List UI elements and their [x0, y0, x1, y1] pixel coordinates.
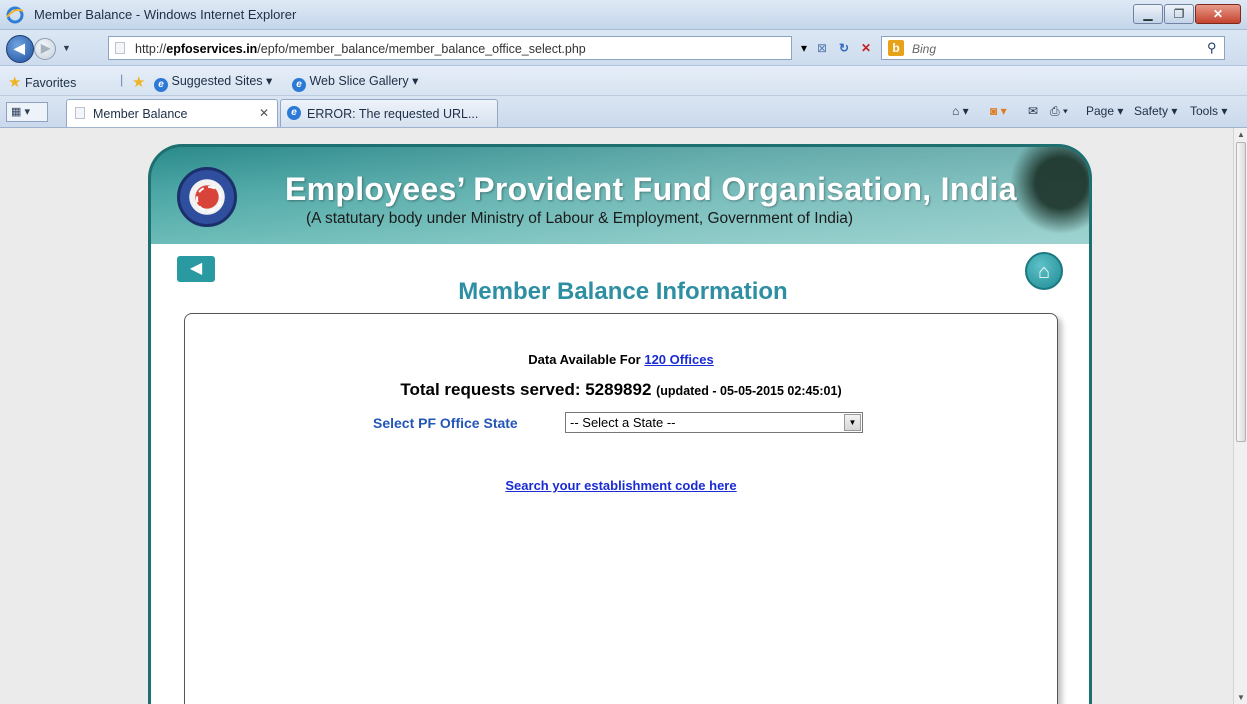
page-icon: [115, 42, 125, 54]
bing-logo-icon: b: [888, 40, 904, 56]
offices-link[interactable]: 120 Offices: [644, 352, 713, 367]
tab-error[interactable]: e ERROR: The requested URL...: [280, 99, 498, 127]
site-banner: Employees’ Provident Fund Organisation, …: [148, 144, 1092, 244]
tab-label: Member Balance: [93, 107, 188, 121]
member-balance-panel: Data Available For 120 Offices Total req…: [184, 313, 1058, 704]
organisation-name: Employees’ Provident Fund Organisation, …: [285, 171, 1017, 207]
search-box[interactable]: b Bing: [881, 36, 1225, 60]
print-icon[interactable]: ⎙ ▾: [1050, 104, 1068, 119]
vertical-scrollbar[interactable]: ▲ ▼: [1233, 128, 1247, 704]
close-tab-icon[interactable]: ✕: [259, 106, 269, 120]
organisation-subtitle: (A statutary body under Ministry of Labo…: [306, 210, 854, 227]
back-arrow-icon: ◀: [14, 40, 25, 56]
window-title: Member Balance - Windows Internet Explor…: [34, 7, 297, 22]
compatibility-view-icon[interactable]: ⊠: [812, 39, 832, 57]
updated-timestamp: (updated - 05-05-2015 02:45:01): [656, 384, 842, 398]
stop-icon[interactable]: ✕: [856, 39, 876, 57]
ie-page-icon: e: [292, 78, 306, 92]
add-to-favorites-bar-button[interactable]: ★: [132, 73, 145, 91]
back-button[interactable]: ◀: [6, 35, 34, 63]
tab-member-balance[interactable]: Member Balance ✕: [66, 99, 278, 127]
page-icon: [75, 107, 85, 119]
state-select-label: Select PF Office State: [373, 415, 518, 431]
scrollbar-thumb[interactable]: [1236, 142, 1246, 442]
search-icon[interactable]: ⚲: [1207, 40, 1217, 56]
epfo-site: Employees’ Provident Fund Organisation, …: [148, 144, 1092, 704]
home-icon[interactable]: ⌂ ▾: [952, 104, 969, 118]
scroll-up-icon[interactable]: ▲: [1237, 130, 1245, 139]
total-requests-count: Total requests served: 5289892: [400, 380, 657, 399]
close-window-button[interactable]: ✕: [1195, 4, 1241, 24]
site-content: ◀ ⌂ Member Balance Information Data Avai…: [148, 244, 1092, 704]
ie-page-icon: e: [154, 78, 168, 92]
address-bar[interactable]: http://epfoservices.in/epfo/member_balan…: [108, 36, 792, 60]
address-toolbar: ◀ ▶ ▼ http://epfoservices.in/epfo/member…: [0, 30, 1247, 66]
web-slice-gallery-link[interactable]: e Web Slice Gallery ▾: [292, 73, 418, 92]
quick-tabs-button[interactable]: ▦ ▾: [6, 102, 48, 122]
address-url[interactable]: http://epfoservices.in/epfo/member_balan…: [135, 42, 586, 56]
data-available-text: Data Available For 120 Offices: [185, 352, 1057, 367]
page-title: Member Balance Information: [458, 278, 788, 305]
forward-button[interactable]: ▶: [34, 38, 56, 60]
favorites-divider: |: [120, 73, 124, 87]
add-favorite-icon: ★: [132, 74, 146, 91]
ie-page-icon: e: [287, 106, 301, 120]
total-requests-text: Total requests served: 5289892 (updated …: [185, 380, 1057, 400]
tools-menu[interactable]: Tools ▾: [1190, 104, 1227, 118]
mail-icon[interactable]: ✉: [1028, 104, 1038, 118]
search-establishment-link[interactable]: Search your establishment code here: [185, 478, 1057, 493]
favorites-star-icon: ★: [8, 74, 22, 91]
refresh-icon[interactable]: ↻: [834, 39, 854, 57]
data-available-label: Data Available For: [528, 352, 645, 367]
epfo-logo-icon: [177, 167, 237, 227]
forward-arrow-icon: ▶: [41, 41, 51, 55]
state-select-value: -- Select a State --: [570, 415, 676, 430]
favorites-bar: ★ Favorites | ★ e Suggested Sites ▾ e We…: [0, 66, 1247, 96]
ie-logo-icon: [6, 6, 24, 24]
recent-pages-dropdown[interactable]: ▼: [62, 43, 71, 53]
search-engine-name: Bing: [912, 42, 937, 56]
feeds-icon[interactable]: ◙ ▾: [990, 104, 1007, 118]
window-titlebar: Member Balance - Windows Internet Explor…: [0, 0, 1247, 30]
page-viewport: Employees’ Provident Fund Organisation, …: [0, 128, 1233, 704]
maximize-button[interactable]: ❐: [1164, 4, 1194, 24]
suggested-sites-link[interactable]: e Suggested Sites ▾: [154, 73, 272, 92]
page-menu[interactable]: Page ▾: [1086, 104, 1123, 118]
address-dropdown-icon[interactable]: ▾: [794, 39, 814, 57]
state-select-dropdown[interactable]: -- Select a State -- ▼: [565, 412, 863, 433]
scroll-down-icon[interactable]: ▼: [1237, 693, 1245, 702]
safety-menu[interactable]: Safety ▾: [1134, 104, 1177, 118]
back-triangle-icon: ◀: [189, 260, 203, 277]
tab-label: ERROR: The requested URL...: [307, 107, 479, 121]
minimize-button[interactable]: ▁: [1133, 4, 1163, 24]
chevron-down-icon[interactable]: ▼: [844, 414, 861, 431]
favorites-button[interactable]: ★ Favorites: [8, 73, 76, 91]
